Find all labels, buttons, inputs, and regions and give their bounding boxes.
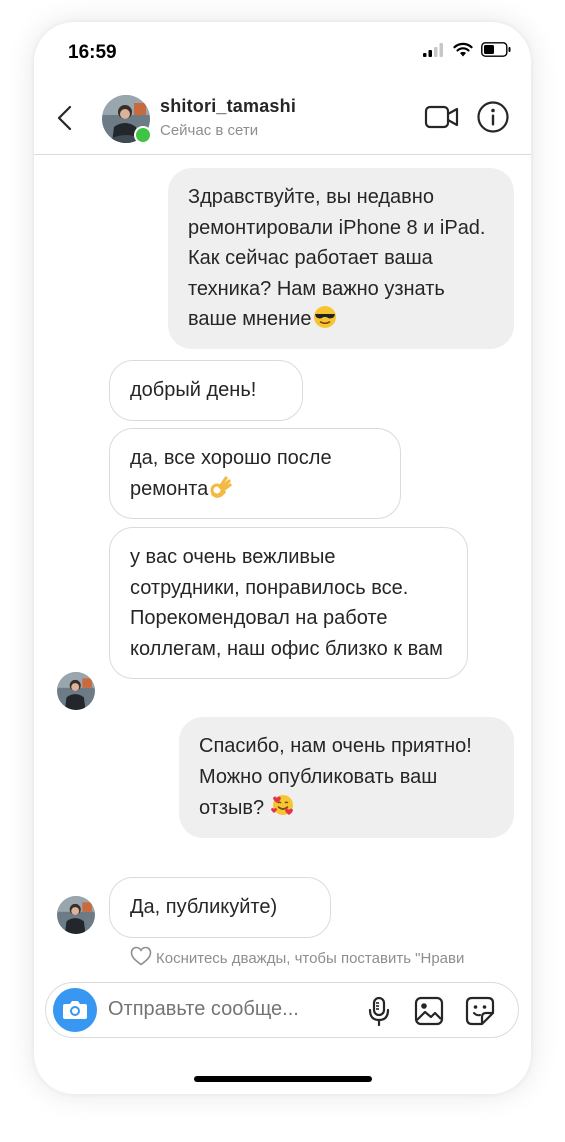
chat-username[interactable]: shitori_tamashi [160,96,296,117]
status-time: 16:59 [68,42,117,63]
cellular-signal-icon [423,42,445,62]
message-incoming[interactable]: у вас очень вежливые сотрудники, понрави… [109,527,468,679]
message-text: Да, публикуйте) [130,896,278,918]
message-incoming[interactable]: да, все хорошо после ремонта [109,428,401,519]
message-text: у вас очень вежливые сотрудники, понрави… [130,546,443,660]
status-icons [423,42,511,62]
online-indicator [134,126,152,144]
back-chevron-icon[interactable] [54,104,78,132]
smiling-face-with-hearts-emoji-icon [270,792,294,816]
message-outgoing[interactable]: Здравствуйте, вы недавно ремонтировали i… [168,168,514,349]
message-text: Здравствуйте, вы недавно ремонтировали i… [188,186,486,330]
message-text: добрый день! [130,379,257,401]
ok-hand-emoji-icon [209,475,233,499]
message-thread: Здравствуйте, вы недавно ремонтировали i… [34,156,531,976]
sunglasses-emoji-icon [313,305,337,329]
message-incoming[interactable]: добрый день! [109,360,303,421]
avatar[interactable] [57,896,95,934]
double-tap-hint: Коснитесь дважды, чтобы поставить "Нрави [130,946,464,970]
message-text: Спасибо, нам очень приятно! Можно опубли… [199,735,472,819]
message-outgoing[interactable]: Спасибо, нам очень приятно! Можно опубли… [179,717,514,838]
message-composer [45,982,519,1038]
battery-icon [481,42,511,62]
phone-screen: 16:59 shitori_tamashi Сейчас в сети Здра… [34,22,531,1094]
gallery-icon[interactable] [413,995,445,1027]
sticker-icon[interactable] [464,995,496,1027]
wifi-icon [453,42,473,62]
heart-icon [130,946,152,970]
online-status: Сейчас в сети [160,122,259,139]
camera-button[interactable] [53,988,97,1032]
microphone-icon[interactable] [363,995,395,1027]
video-call-icon[interactable] [424,102,460,132]
message-incoming[interactable]: Да, публикуйте) [109,877,331,938]
camera-icon [53,1001,97,1036]
like-hint-text: Коснитесь дважды, чтобы поставить "Нрави [156,949,465,967]
info-icon[interactable] [476,100,510,134]
home-indicator[interactable] [194,1076,372,1082]
chat-header: shitori_tamashi Сейчас в сети [34,82,531,155]
avatar[interactable] [57,672,95,710]
status-bar: 16:59 [34,22,531,80]
message-input[interactable] [108,998,348,1021]
